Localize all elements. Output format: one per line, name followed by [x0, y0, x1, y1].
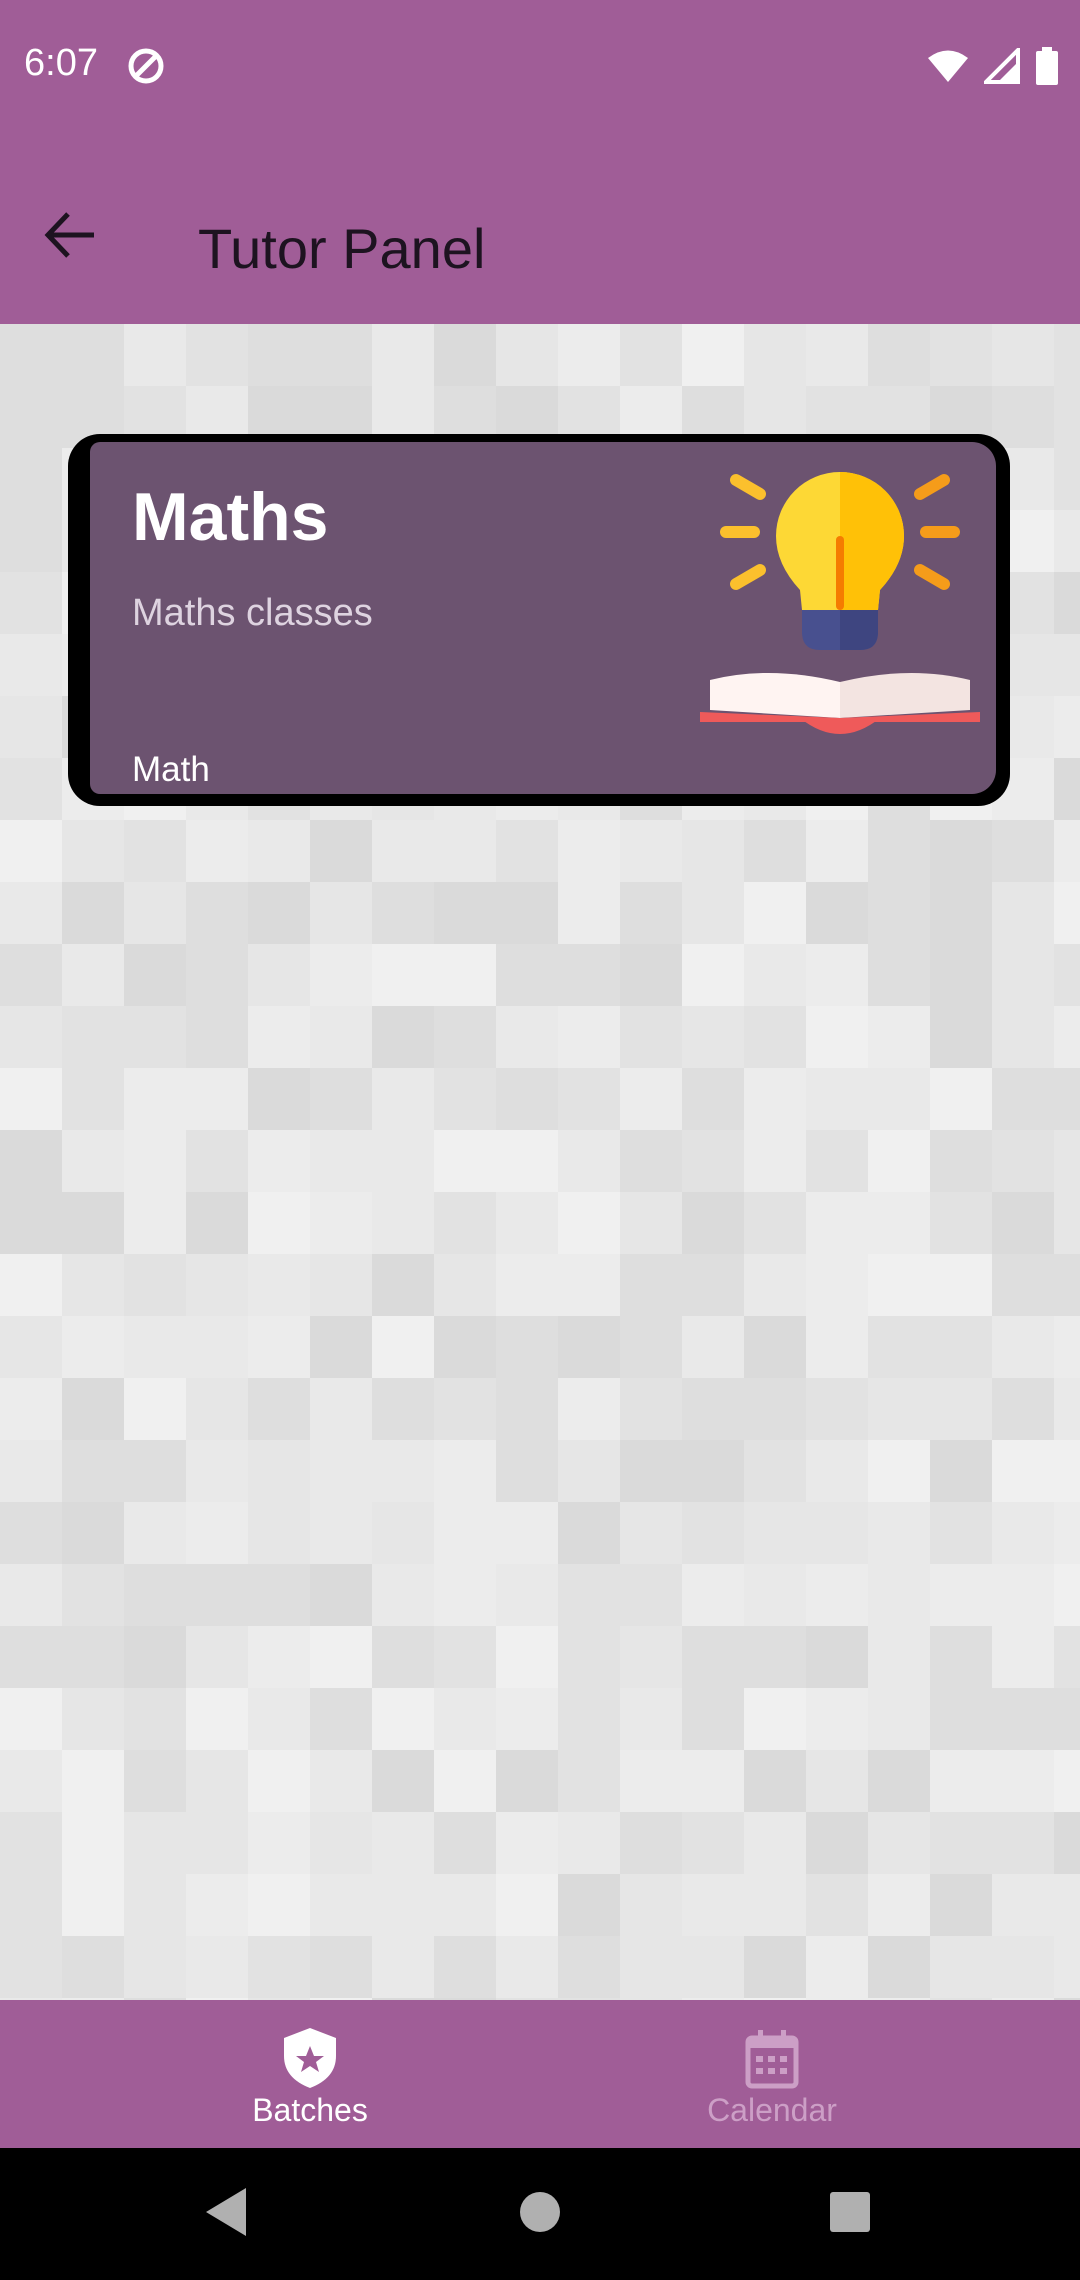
system-navigation-bar: [0, 2148, 1080, 2280]
batch-list[interactable]: Maths Maths classes Math: [0, 324, 1080, 2000]
app-bar: Tutor Panel: [0, 136, 1080, 324]
page-title: Tutor Panel: [198, 217, 486, 280]
recents-icon[interactable]: [828, 2184, 872, 2240]
back-icon[interactable]: [202, 2184, 252, 2240]
cell-signal-icon: [984, 48, 1020, 84]
lightbulb-book-icon: [700, 472, 980, 734]
batch-title: Maths: [132, 479, 329, 555]
do-not-disturb-icon: [128, 48, 164, 84]
calendar-icon: [745, 2030, 799, 2089]
status-bar: 6:07: [0, 0, 1080, 136]
nav-label-calendar: Calendar: [707, 2092, 837, 2128]
nav-item-batches[interactable]: Batches: [160, 2026, 460, 2136]
status-time: 6:07: [24, 42, 98, 84]
batch-subtitle: Maths classes: [132, 592, 373, 634]
back-arrow-icon[interactable]: [36, 200, 106, 270]
batch-card[interactable]: Maths Maths classes Math: [68, 434, 1010, 806]
bottom-navigation: Batches Calendar: [0, 2000, 1080, 2148]
wifi-icon: [928, 50, 968, 82]
shield-star-icon: [284, 2028, 336, 2088]
status-icons: [928, 46, 1058, 86]
nav-label-batches: Batches: [252, 2092, 368, 2128]
battery-icon: [1036, 47, 1058, 85]
batch-card-body[interactable]: Maths Maths classes Math: [90, 442, 996, 794]
home-icon[interactable]: [518, 2184, 562, 2240]
nav-item-calendar[interactable]: Calendar: [622, 2026, 922, 2136]
batch-subject: Math: [132, 750, 210, 789]
